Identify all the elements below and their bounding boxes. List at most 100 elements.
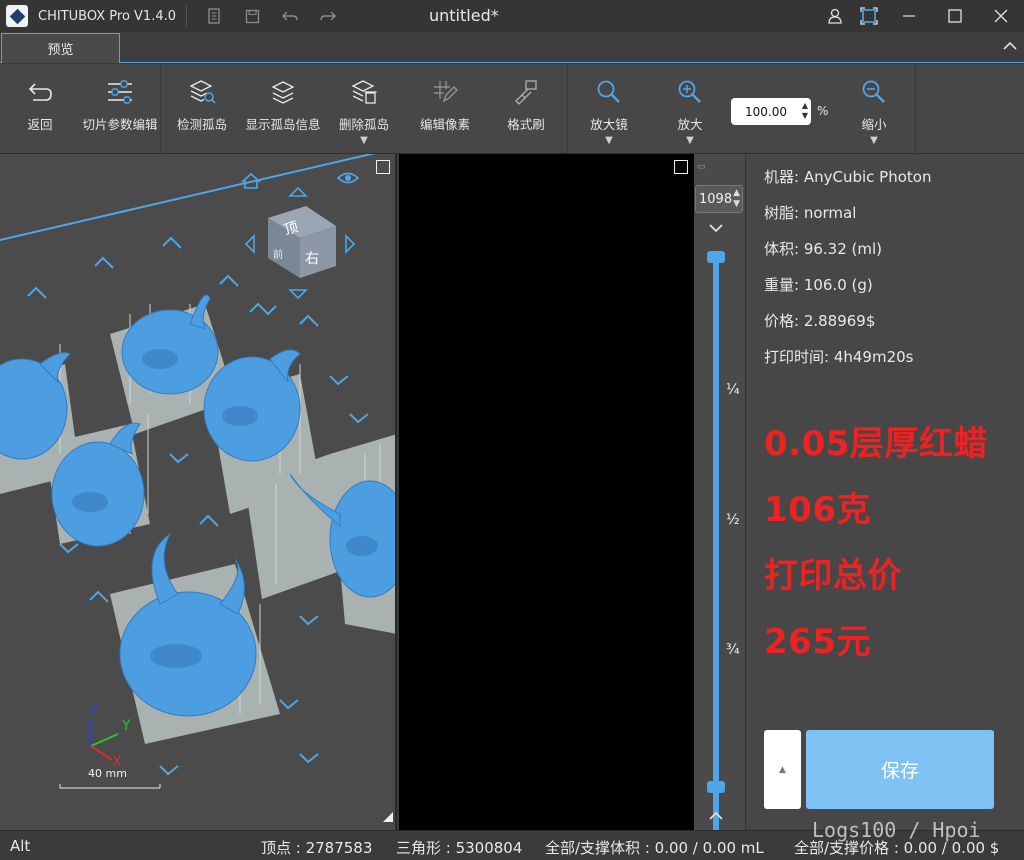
zoom-in-button[interactable]: 放大 ▼ bbox=[668, 64, 712, 154]
delete-islands-label: 删除孤岛 bbox=[338, 117, 389, 132]
zoom-in-icon bbox=[674, 78, 706, 106]
view-cube-right: 右 bbox=[305, 251, 319, 267]
close-icon[interactable] bbox=[978, 0, 1024, 32]
preview-checkbox[interactable] bbox=[674, 160, 688, 174]
annotation-total-price-label: 打印总价 bbox=[764, 556, 902, 596]
layers-eye-icon bbox=[267, 78, 299, 106]
edit-pixels-button[interactable]: 编辑像素 bbox=[417, 64, 473, 154]
maximize-icon[interactable] bbox=[932, 0, 978, 32]
delete-islands-button[interactable]: 删除孤岛 ▼ bbox=[336, 64, 392, 154]
annotation-total-price: 265元 bbox=[764, 622, 871, 662]
zoom-unit: % bbox=[817, 104, 829, 118]
toolbar-divider bbox=[915, 64, 916, 154]
edit-pixels-label: 编辑像素 bbox=[419, 117, 470, 132]
slice-params-label: 切片参数编辑 bbox=[82, 117, 158, 132]
layer-slider-panel: ▭ 1098 ▲ ▼ ¼ ½ ¾ bbox=[694, 154, 746, 860]
chevron-down-icon[interactable]: ▼ bbox=[360, 135, 368, 146]
slider-quarter-mark: ¼ bbox=[726, 382, 740, 398]
machine-info: 机器: AnyCubic Photon bbox=[764, 168, 932, 186]
zoom-out-icon bbox=[858, 78, 890, 106]
weight-info: 重量: 106.0 (g) bbox=[764, 276, 873, 294]
layers-search-icon bbox=[186, 78, 218, 106]
build-plate-scene bbox=[0, 154, 395, 822]
collapse-ribbon-icon[interactable] bbox=[1002, 36, 1018, 55]
caret-up-icon: ▲ bbox=[779, 764, 786, 775]
price-info: 价格: 2.88969$ bbox=[764, 312, 876, 330]
document-title: untitled* bbox=[429, 6, 499, 25]
layer-down-chevron-icon[interactable] bbox=[709, 220, 723, 236]
chevron-down-icon[interactable]: ▼ bbox=[870, 135, 878, 146]
volume-info: 体积: 96.32 (ml) bbox=[764, 240, 883, 258]
spinner-arrows-icon[interactable]: ▲ ▼ bbox=[733, 188, 740, 210]
layer-up-chevron-icon[interactable] bbox=[709, 808, 723, 824]
view-cube[interactable] bbox=[268, 206, 336, 278]
magnifier-icon bbox=[593, 78, 625, 106]
tab-strip: 预览 bbox=[0, 32, 1024, 63]
status-mode: Alt bbox=[10, 837, 31, 855]
chitubox-window: CHITUBOX Pro V1.4.0 untitled* 预览 返回 切片参数… bbox=[0, 0, 1024, 860]
view-cube-front: 前 bbox=[273, 250, 283, 261]
toolbar-divider bbox=[567, 64, 568, 154]
title-bar: CHITUBOX Pro V1.4.0 untitled* bbox=[0, 0, 1024, 32]
scale-label: 40 mm bbox=[88, 767, 127, 780]
back-arrow-icon bbox=[24, 78, 56, 106]
sliders-icon bbox=[104, 78, 136, 106]
save-disk-icon[interactable] bbox=[241, 5, 263, 27]
minimize-icon[interactable] bbox=[886, 0, 932, 32]
format-brush-button[interactable]: 格式刷 bbox=[502, 64, 550, 154]
layer-number-input[interactable]: 1098 ▲ ▼ bbox=[695, 185, 743, 213]
layer-slider-top-handle[interactable] bbox=[707, 251, 725, 263]
axis-y-label: Y bbox=[122, 718, 131, 734]
format-brush-label: 格式刷 bbox=[507, 117, 545, 132]
detect-islands-label: 检测孤岛 bbox=[176, 117, 227, 132]
zoom-out-label: 缩小 bbox=[861, 117, 887, 132]
spinner-arrows-icon[interactable]: ▲ ▼ bbox=[802, 101, 808, 121]
eye-icon[interactable] bbox=[336, 172, 360, 184]
screenshot-icon[interactable] bbox=[852, 0, 886, 32]
brush-icon bbox=[510, 78, 542, 106]
annotation-weight: 106克 bbox=[764, 490, 871, 530]
redo-icon[interactable] bbox=[317, 5, 339, 27]
chevron-down-icon[interactable]: ▼ bbox=[605, 135, 613, 146]
resize-corner-icon[interactable] bbox=[383, 812, 393, 822]
back-button[interactable]: 返回 bbox=[18, 64, 62, 154]
window-controls bbox=[818, 0, 1024, 32]
app-name: CHITUBOX Pro V1.4.0 bbox=[38, 8, 176, 24]
annotation-layer-resin: 0.05层厚红蜡 bbox=[764, 424, 988, 464]
zoom-value: 100.00 bbox=[745, 104, 787, 119]
pin-icon[interactable]: ▭ bbox=[697, 162, 706, 172]
resin-info: 树脂: normal bbox=[764, 204, 857, 222]
slider-half-mark: ½ bbox=[726, 512, 740, 528]
3d-viewport[interactable]: 顶 右 前 Z Y X 40 mm bbox=[0, 154, 397, 830]
status-vertices: 顶点 : 2787583 bbox=[261, 839, 373, 857]
ribbon-toolbar: 返回 切片参数编辑 检测孤岛 显示孤岛信息 删除孤岛 ▼ 编辑像素 格式刷 放大… bbox=[0, 64, 1024, 154]
zoom-in-label: 放大 bbox=[677, 117, 703, 132]
zoom-out-button[interactable]: 缩小 ▼ bbox=[854, 64, 894, 154]
save-button[interactable]: 保存 bbox=[806, 730, 994, 809]
user-icon[interactable] bbox=[818, 0, 852, 32]
print-time-info: 打印时间: 4h49m20s bbox=[764, 348, 914, 366]
print-info-panel: 机器: AnyCubic Photon 树脂: normal 体积: 96.32… bbox=[746, 154, 1024, 830]
viewport-checkbox[interactable] bbox=[376, 160, 390, 174]
status-volume: 全部/支撑体积 : 0.00 / 0.00 mL bbox=[545, 839, 764, 857]
chevron-down-icon[interactable]: ▼ bbox=[686, 135, 694, 146]
back-label: 返回 bbox=[27, 117, 53, 132]
status-triangles: 三角形 : 5300804 bbox=[396, 839, 523, 857]
layer-slider-track[interactable] bbox=[713, 256, 719, 860]
zoom-percent-input[interactable]: 100.00 ▲ ▼ bbox=[731, 98, 811, 125]
show-island-info-button[interactable]: 显示孤岛信息 bbox=[243, 64, 323, 154]
undo-icon[interactable] bbox=[279, 5, 301, 27]
save-options-button[interactable]: ▲ bbox=[764, 730, 801, 809]
watermark: Logs100 / Hpoi bbox=[812, 818, 981, 842]
layers-trash-icon bbox=[348, 78, 380, 106]
tab-preview[interactable]: 预览 bbox=[1, 33, 120, 63]
detect-islands-button[interactable]: 检测孤岛 bbox=[174, 64, 230, 154]
magnifier-button[interactable]: 放大镜 ▼ bbox=[585, 64, 633, 154]
layer-slider-bottom-handle[interactable] bbox=[707, 781, 725, 793]
layer-number: 1098 bbox=[699, 191, 733, 207]
app-logo-icon bbox=[6, 5, 28, 27]
layer-preview[interactable] bbox=[399, 154, 694, 830]
magnifier-label: 放大镜 bbox=[590, 117, 628, 132]
slice-params-button[interactable]: 切片参数编辑 bbox=[79, 64, 161, 154]
document-icon[interactable] bbox=[203, 5, 225, 27]
